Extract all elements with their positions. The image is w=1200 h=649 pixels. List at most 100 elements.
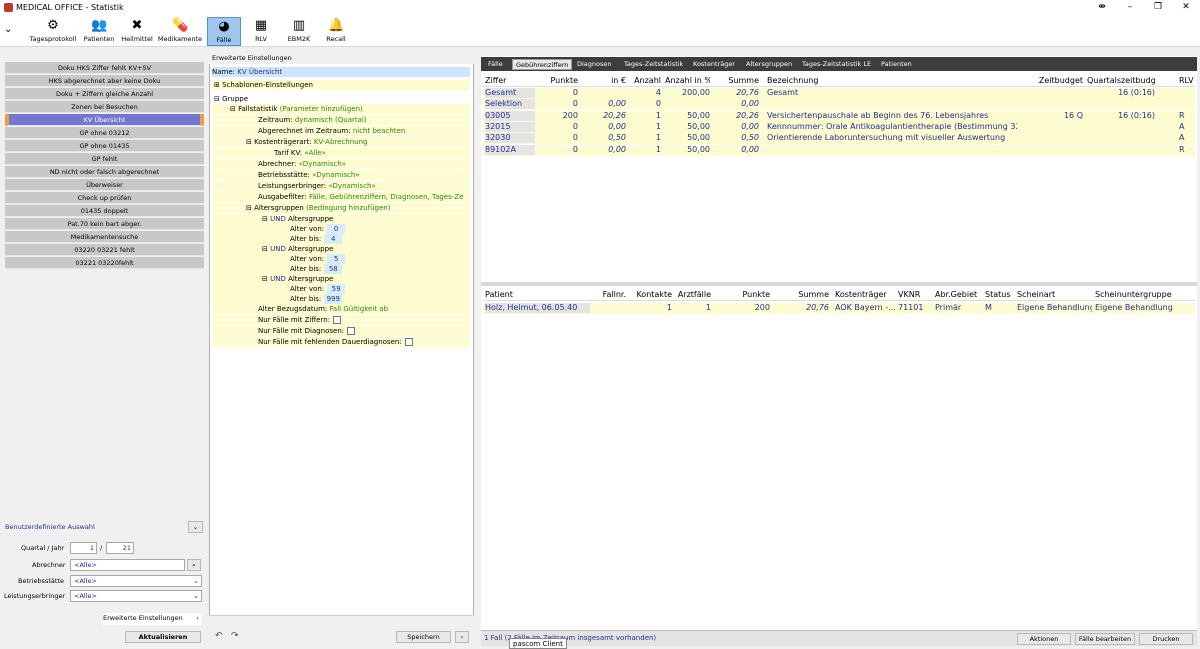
- gz-col-summe[interactable]: Summe: [715, 76, 759, 86]
- close-button[interactable]: ✕: [1172, 0, 1200, 15]
- age-from-row[interactable]: Alter von: 59: [290, 284, 346, 294]
- save-button[interactable]: Speichern: [396, 631, 451, 643]
- list-item-selected[interactable]: KV Übersicht: [5, 114, 204, 126]
- tarif-row[interactable]: Tarif KV: «Alle»: [274, 148, 326, 158]
- actions-button[interactable]: Aktionen: [1017, 633, 1071, 645]
- gz-col-anzahl-pct[interactable]: Anzahl in %: [665, 76, 710, 86]
- list-item[interactable]: GP fehlt: [5, 153, 204, 165]
- pat-col-arztfaelle[interactable]: Arztfälle: [675, 290, 711, 300]
- gz-col-quartal[interactable]: Quartalszeitbudget: [1087, 76, 1155, 86]
- list-item[interactable]: HKS abgerechnet aber keine Doku: [5, 75, 204, 87]
- leistung-row[interactable]: Leistungserbringer: «Dynamisch»: [258, 181, 376, 191]
- table-row[interactable]: Selektion 0 0,00 0 0,00: [483, 99, 1195, 111]
- diag-filter-row[interactable]: Nur Fälle mit Diagnosen:: [258, 326, 356, 336]
- age-group-node[interactable]: ⊟ UND Altersgruppe: [262, 244, 333, 254]
- list-item[interactable]: ND nicht oder falsch abgerechnet: [5, 166, 204, 178]
- pat-col-fallnr[interactable]: Fallnr.: [593, 290, 626, 300]
- pat-col-punkte[interactable]: Punkte: [723, 290, 770, 300]
- undo-icon[interactable]: ↶: [215, 631, 223, 641]
- table-row[interactable]: Gesamt 0 4 200,00 20,76 Gesamt 16 (0:16): [483, 88, 1195, 99]
- pat-col-scheinuntergruppe[interactable]: Scheinuntergruppe: [1095, 290, 1185, 300]
- ziffern-filter-row[interactable]: Nur Fälle mit Ziffern:: [258, 315, 342, 325]
- list-item[interactable]: Doku HKS Ziffer fehlt KV+SV: [5, 62, 204, 74]
- table-row[interactable]: 32030 0 0,50 1 50,00 0,50 Orientierende Laboru…: [483, 133, 1195, 145]
- list-item[interactable]: 03221 03220fehlt: [5, 257, 204, 269]
- pat-col-scheinart[interactable]: Scheinart: [1017, 290, 1087, 300]
- pat-col-patient[interactable]: Patient: [485, 290, 585, 300]
- tab-tages-zeitstatistik[interactable]: Tages-Zeitstatistik: [621, 59, 686, 70]
- table-row[interactable]: 89102A 0 0,00 1 50,00 0,00 R: [483, 144, 1195, 156]
- extra-window-icon[interactable]: ⇼: [1088, 0, 1116, 15]
- dauer-filter-row[interactable]: Nur Fälle mit fehlenden Dauerdiagnosen:: [258, 337, 413, 347]
- toolbar-patienten-button[interactable]: 👥 Patienten: [82, 17, 116, 46]
- betrieb-row[interactable]: Betriebsstätte: «Dynamisch»: [258, 170, 360, 180]
- tab-faelle[interactable]: Fälle: [485, 59, 506, 70]
- list-item[interactable]: GP ohne 01435: [5, 140, 204, 152]
- toolbar-medikamente-button[interactable]: 💊 Medikamente: [157, 17, 203, 46]
- print-button[interactable]: Drucken: [1139, 633, 1193, 645]
- pat-col-kontakte[interactable]: Kontakte: [633, 290, 672, 300]
- pat-col-status[interactable]: Status: [985, 290, 1013, 300]
- year-input[interactable]: 21: [106, 542, 134, 554]
- tab-kostentraeger[interactable]: Kostenträger: [690, 59, 738, 70]
- list-item[interactable]: Check up prüfen: [5, 192, 204, 204]
- refresh-button[interactable]: Aktualisieren: [125, 631, 201, 643]
- zeitraum-row[interactable]: Zeitraum: dynamisch (Quartal): [258, 115, 367, 125]
- altersgruppen-node[interactable]: ⊟ Altersgruppen (Bedingung hinzufügen): [246, 203, 390, 213]
- gz-col-rlv[interactable]: RLV: [1179, 76, 1199, 86]
- restore-button[interactable]: ❐: [1144, 0, 1172, 15]
- gz-col-punkte[interactable]: Punkte: [538, 76, 578, 86]
- ziffern-checkbox[interactable]: [333, 316, 342, 324]
- age-to-row[interactable]: Alter bis: 4: [290, 234, 343, 244]
- pat-col-vknr[interactable]: VKNR: [898, 290, 928, 300]
- list-item[interactable]: GP ohne 03212: [5, 127, 204, 139]
- quarter-input[interactable]: 1: [70, 542, 97, 554]
- minimize-button[interactable]: –: [1116, 0, 1144, 15]
- table-row[interactable]: Holz, Helmut, 06.05.40 1 1 200 20,76 AOK Baye…: [483, 303, 1195, 314]
- list-item[interactable]: Pat.70 kein bart abger.: [5, 218, 204, 230]
- fallstatistik-node[interactable]: ⊟ Fallstatistik (Parameter hinzufügen): [230, 104, 363, 114]
- age-group-node[interactable]: ⊟ UND Altersgruppe: [262, 274, 333, 284]
- list-item[interactable]: Medikamentensuche: [5, 231, 204, 243]
- diag-checkbox[interactable]: [347, 327, 356, 335]
- group-node[interactable]: ⊟ Gruppe: [214, 94, 248, 104]
- horizontal-scrollbar[interactable]: [209, 615, 474, 625]
- tab-diagnosen[interactable]: Diagnosen: [574, 59, 615, 70]
- list-item[interactable]: Überweiser: [5, 179, 204, 191]
- bezug-row[interactable]: Alter Bezugsdatum: Fall Gültigkeit ab: [258, 304, 388, 314]
- gz-col-euro[interactable]: in €: [583, 76, 626, 86]
- gz-col-anzahl[interactable]: Anzahl: [631, 76, 661, 86]
- gz-col-bezeichnung[interactable]: Bezeichnung: [767, 76, 967, 86]
- list-item[interactable]: 01435 doppelt: [5, 205, 204, 217]
- dauer-checkbox[interactable]: [404, 338, 413, 346]
- tab-tages-zeitstatistik-le[interactable]: Tages-Zeitstatistik LE: [799, 59, 874, 70]
- age-to-row[interactable]: Alter bis: 58: [290, 264, 343, 274]
- list-item[interactable]: Doku + Ziffern gleiche Anzahl: [5, 88, 204, 100]
- leistung-select[interactable]: <Alle> ⌄: [70, 590, 202, 602]
- redo-icon[interactable]: ↷: [231, 631, 239, 641]
- abrechner-row[interactable]: Abrechner: «Dynamisch»: [258, 159, 346, 169]
- gz-col-ziffer[interactable]: Ziffer: [485, 76, 535, 86]
- toolbar-rlv-button[interactable]: ▦ RLV: [248, 17, 274, 46]
- toolbar-recall-button[interactable]: 🔔 Recall: [323, 17, 349, 46]
- toolbar-tagesprotokoll-button[interactable]: ⚙ Tagesprotokoll: [27, 17, 79, 46]
- toolbar-faelle-button[interactable]: ◕ Fälle: [207, 17, 241, 46]
- tab-patienten[interactable]: Patienten: [878, 59, 915, 70]
- tab-altersgruppen[interactable]: Altersgruppen: [743, 59, 795, 70]
- betrieb-select[interactable]: <Alle> ⌄: [70, 575, 202, 587]
- list-item[interactable]: Zonen bei Besuchen: [5, 101, 204, 113]
- age-from-row[interactable]: Alter von: 0: [290, 224, 346, 234]
- age-group-node[interactable]: ⊟ UND Altersgruppe: [262, 214, 333, 224]
- tab-gebuehrenziffern[interactable]: Gebührenziffern: [512, 59, 573, 70]
- custom-selection-toggle[interactable]: ⌄: [188, 521, 203, 533]
- pat-col-summe[interactable]: Summe: [783, 290, 829, 300]
- toolbar-dropdown-icon[interactable]: ⌄: [4, 24, 12, 35]
- extended-settings-button[interactable]: Erweiterte Einstellungen ‹: [103, 613, 201, 625]
- pat-col-kostentraeger[interactable]: Kostenträger: [835, 290, 895, 300]
- edit-cases-button[interactable]: Fälle bearbeiten: [1075, 633, 1135, 645]
- abrechner-select[interactable]: <Alle>: [70, 559, 185, 571]
- abrechner-search-button[interactable]: ⌕: [187, 559, 201, 571]
- age-to-row[interactable]: Alter bis: 999: [290, 294, 343, 304]
- abgerechnet-row[interactable]: Abgerechnet im Zeitraum: nicht beachten: [258, 126, 405, 136]
- table-row[interactable]: 03005 200 20,26 1 50,00 20,26 Versichertenpaus…: [483, 110, 1195, 122]
